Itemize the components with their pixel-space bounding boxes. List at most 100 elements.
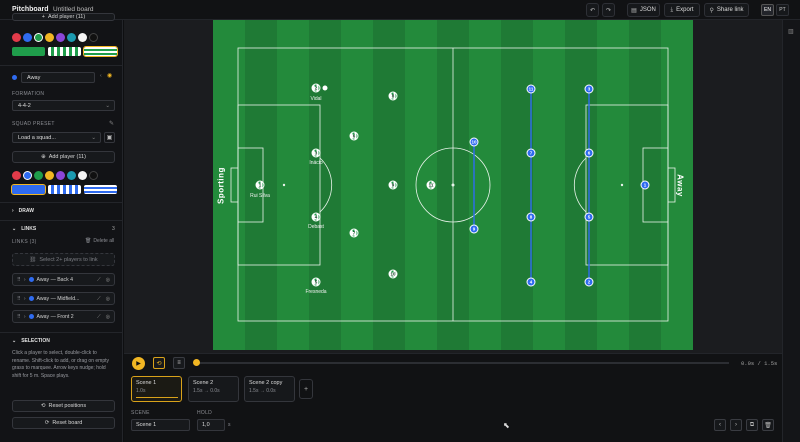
draw-section-toggle[interactable]: › DRAW [12, 208, 34, 214]
link-item[interactable]: ⠿ › Away — Back 4 ⟋ ◎ [12, 273, 115, 286]
home-player[interactable]: 5 [311, 277, 321, 287]
share-link-button[interactable]: ⚲ Share link [704, 3, 749, 17]
home-player[interactable]: 2 [311, 83, 321, 93]
kit-hoops[interactable] [83, 46, 118, 57]
away-player[interactable]: 1 [640, 180, 650, 190]
undo-button[interactable]: ↶ [586, 3, 599, 17]
home-player[interactable]: 7 [349, 228, 359, 238]
away-player[interactable]: 11 [526, 84, 536, 94]
kit-vertical-stripes[interactable] [48, 185, 81, 194]
link-style-icon[interactable]: ⟋ [97, 277, 101, 283]
eye-icon[interactable]: ◎ [106, 314, 110, 320]
drag-handle-icon[interactable]: ⠿ [17, 296, 21, 302]
swatch-purple[interactable] [56, 33, 65, 42]
panel-toggle-icon[interactable]: ▥ [788, 28, 794, 35]
scene-card[interactable]: Scene 2 copy 1.5s → 0.0s [244, 376, 295, 402]
home-player[interactable]: 11 [426, 180, 436, 190]
duplicate-scene-button[interactable]: ⧉ [746, 419, 758, 431]
export-button[interactable]: ⤓ Export [664, 3, 700, 17]
home-player[interactable]: 4 [311, 212, 321, 222]
away-player[interactable]: 10 [469, 137, 479, 147]
away-player[interactable]: 9 [469, 224, 479, 234]
swatch-green[interactable] [34, 33, 43, 42]
home-player[interactable]: 3 [311, 148, 321, 158]
json-button[interactable]: ▤ JSON [627, 3, 660, 17]
kit-solid[interactable] [12, 47, 45, 56]
swatch-blue[interactable] [23, 33, 32, 42]
away-player[interactable]: 5 [584, 212, 594, 222]
home-player[interactable]: 9 [388, 180, 398, 190]
home-player[interactable]: 6 [349, 131, 359, 141]
home-add-player-button[interactable]: + Add player (11) [12, 13, 115, 21]
scene-card[interactable]: Scene 2 1.5s → 0.0s [188, 376, 239, 402]
away-player[interactable]: 7 [526, 148, 536, 158]
away-player[interactable]: 6 [584, 148, 594, 158]
previous-scene-button[interactable]: ‹ [714, 419, 726, 431]
formation-select[interactable]: 4-4-2 ⌄ [12, 100, 115, 111]
kit-hoops[interactable] [84, 185, 117, 194]
swatch-purple[interactable] [56, 171, 65, 180]
eye-icon[interactable]: ◉ [107, 72, 112, 79]
lang-pt-button[interactable]: PT [776, 4, 789, 16]
chevron-right-icon[interactable]: › [24, 277, 26, 283]
play-button[interactable]: ▶ [132, 357, 145, 370]
swatch-yellow[interactable] [45, 33, 54, 42]
loop-toggle[interactable]: ⟲ [153, 357, 165, 369]
reset-positions-button[interactable]: ⟲ Reset positions [12, 400, 115, 412]
swatch-black[interactable] [89, 171, 98, 180]
home-player[interactable]: 10 [388, 269, 398, 279]
away-player[interactable]: 8 [526, 212, 536, 222]
home-player[interactable]: 1 [255, 180, 265, 190]
next-scene-button[interactable]: › [730, 419, 742, 431]
eye-icon[interactable]: ◎ [106, 296, 110, 302]
drag-handle-icon[interactable]: ⠿ [17, 277, 21, 283]
ball[interactable] [322, 85, 328, 91]
swatch-red[interactable] [12, 33, 21, 42]
swatch-yellow[interactable] [45, 171, 54, 180]
swatch-blue[interactable] [23, 171, 32, 180]
away-team-name-input[interactable]: Away [21, 72, 95, 83]
swatch-teal[interactable] [67, 171, 76, 180]
away-player[interactable]: 2 [584, 277, 594, 287]
away-player[interactable]: 3 [584, 84, 594, 94]
reset-board-button[interactable]: ⟳ Reset board [12, 417, 115, 429]
list-toggle[interactable]: ≡ [173, 357, 185, 369]
link-item[interactable]: ⠿ › Away — Midfield... ⟋ ◎ [12, 292, 115, 305]
drag-handle-icon[interactable]: ⠿ [17, 314, 21, 320]
scene-card[interactable]: Scene 1 1.0s [131, 376, 182, 402]
chevron-right-icon[interactable]: › [24, 296, 26, 302]
link-item[interactable]: ⠿ › Away — Front 2 ⟋ ◎ [12, 310, 115, 323]
swatch-white[interactable] [78, 33, 87, 42]
football-pitch[interactable] [213, 20, 693, 350]
squad-preset-select[interactable]: Load a squad... ⌄ [12, 132, 101, 143]
chevron-right-icon[interactable]: › [24, 314, 26, 320]
lang-en-button[interactable]: EN [761, 4, 774, 16]
link-style-icon[interactable]: ⟋ [97, 314, 101, 320]
selection-section-toggle[interactable]: ⌄ SELECTION [12, 338, 50, 344]
save-squad-button[interactable]: ▣ [104, 132, 115, 143]
delete-scene-button[interactable]: 🗑 [762, 419, 774, 431]
board-name[interactable]: Untitled board [53, 6, 93, 13]
swatch-black[interactable] [89, 33, 98, 42]
home-player[interactable]: 8 [388, 91, 398, 101]
edit-icon[interactable]: ✎ [109, 120, 114, 127]
link-style-icon[interactable]: ⟋ [97, 296, 101, 302]
swatch-green[interactable] [34, 171, 43, 180]
swatch-white[interactable] [78, 171, 87, 180]
swatch-red[interactable] [12, 171, 21, 180]
add-scene-button[interactable]: + [299, 379, 313, 399]
delete-all-links-button[interactable]: 🗑 Delete all [85, 238, 114, 244]
swatch-teal[interactable] [67, 33, 76, 42]
links-section-toggle[interactable]: ⌄ LINKS [12, 226, 36, 232]
timeline-playhead[interactable] [193, 359, 200, 366]
eye-icon[interactable]: ◎ [106, 277, 110, 283]
away-player[interactable]: 4 [526, 277, 536, 287]
hold-input[interactable]: 1,0 [197, 419, 225, 431]
kit-vertical-stripes[interactable] [48, 47, 81, 56]
timeline-track[interactable] [196, 362, 729, 364]
kit-solid[interactable] [11, 184, 46, 195]
away-add-player-button[interactable]: ⊕ Add player (11) [12, 151, 115, 163]
redo-button[interactable]: ↷ [602, 3, 615, 17]
scene-name-input[interactable]: Scene 1 [131, 419, 190, 431]
chevron-icon[interactable]: ‹ [100, 73, 102, 79]
